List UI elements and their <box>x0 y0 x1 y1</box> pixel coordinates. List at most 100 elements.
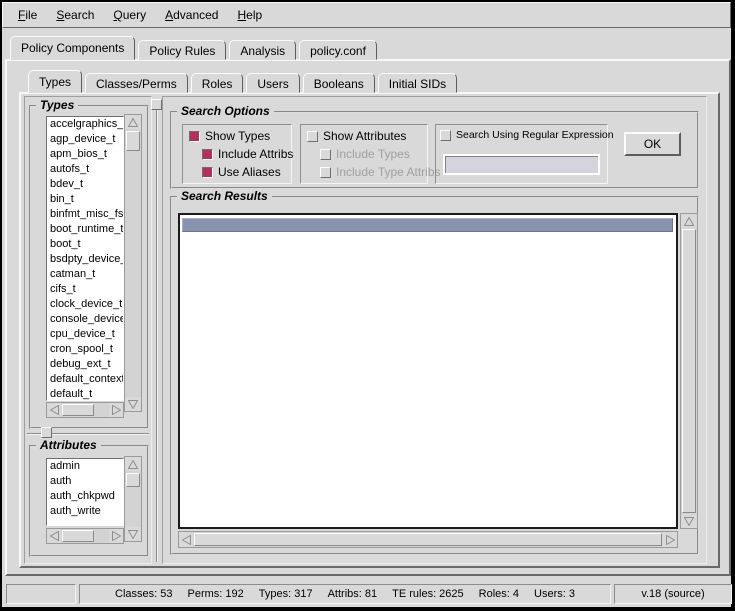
menu-item[interactable]: Help <box>230 6 269 24</box>
results-hscrollbar[interactable] <box>178 531 678 548</box>
horizontal-sash-handle[interactable] <box>41 427 52 438</box>
checkbox-icon[interactable] <box>320 149 331 160</box>
types-frame: Types accelgraphics_eagp_device_tapm_bio… <box>29 105 149 429</box>
scroll-down-icon[interactable] <box>125 397 141 411</box>
attributes-listbox[interactable]: adminauthauth_chkpwdauth_write <box>46 458 124 526</box>
include-attribs-checkbox[interactable]: Include Attribs <box>202 147 293 161</box>
type-item[interactable]: boot_runtime_t <box>47 222 123 237</box>
search-results-title: Search Results <box>177 189 272 203</box>
tab-roles[interactable]: Roles <box>191 73 244 93</box>
tab-initial-sids[interactable]: Initial SIDs <box>378 73 457 93</box>
type-item[interactable]: clock_device_t <box>47 297 123 312</box>
include-type-attribs-checkbox[interactable]: Include Type Attribs <box>320 165 441 179</box>
stat-item: Attribs: 81 <box>328 588 378 600</box>
checkbox-icon[interactable] <box>320 167 331 178</box>
components-tab-bar: Types Classes/Perms Roles Users Booleans… <box>28 70 460 93</box>
vertical-sash-handle[interactable] <box>151 99 162 110</box>
tab-policy-conf[interactable]: policy.conf <box>299 40 377 60</box>
types-vscrollbar[interactable] <box>124 114 142 412</box>
show-attributes-checkbox[interactable]: Show Attributes <box>307 129 406 143</box>
checkbox-icon[interactable] <box>202 167 213 178</box>
type-item[interactable]: cpu_device_t <box>47 327 123 342</box>
stat-item: TE rules: 2625 <box>392 588 464 600</box>
menu-bar: File Search Query Advanced Help <box>2 2 731 28</box>
scrollbar-thumb[interactable] <box>194 533 662 546</box>
regex-input[interactable] <box>443 154 600 175</box>
tab-analysis[interactable]: Analysis <box>229 40 296 60</box>
attributes-hscrollbar[interactable] <box>46 528 124 544</box>
scroll-right-icon[interactable] <box>663 532 677 547</box>
checkbox-icon[interactable] <box>440 130 451 141</box>
type-item[interactable]: default_t <box>47 387 123 401</box>
type-item[interactable]: agp_device_t <box>47 132 123 147</box>
attributes-frame: Attributes adminauthauth_chkpwdauth_writ… <box>29 445 149 557</box>
tab-users[interactable]: Users <box>246 73 299 93</box>
type-item[interactable]: apm_bios_t <box>47 147 123 162</box>
scroll-up-icon[interactable] <box>125 115 141 129</box>
scroll-right-icon[interactable] <box>109 529 123 543</box>
scrollbar-thumb[interactable] <box>682 229 696 513</box>
checkbox-icon[interactable] <box>202 149 213 160</box>
use-aliases-checkbox[interactable]: Use Aliases <box>202 165 281 179</box>
show-types-checkbox[interactable]: Show Types <box>189 129 270 143</box>
tab-types[interactable]: Types <box>28 70 82 93</box>
type-item[interactable]: bsdpty_device_ <box>47 252 123 267</box>
scroll-up-icon[interactable] <box>681 214 697 228</box>
main-tab-bar: Policy Components Policy Rules Analysis … <box>10 36 380 60</box>
menu-item[interactable]: Advanced <box>158 6 225 24</box>
tab-booleans[interactable]: Booleans <box>303 73 375 93</box>
checkbox-icon[interactable] <box>189 131 200 142</box>
regex-checkbox[interactable]: Search Using Regular Expression <box>440 129 614 141</box>
attributes-vscrollbar[interactable] <box>124 456 142 542</box>
scrollbar-thumb[interactable] <box>126 473 140 487</box>
types-hscrollbar[interactable] <box>46 402 124 418</box>
type-item[interactable]: bdev_t <box>47 177 123 192</box>
checkbox-icon[interactable] <box>307 131 318 142</box>
scrollbar-thumb[interactable] <box>62 404 94 416</box>
apol-window: { "colors": { "background": "#d9d9d9", "… <box>0 0 735 611</box>
attribute-item[interactable]: admin <box>47 459 123 474</box>
policy-version: v.18 (source) <box>641 588 704 600</box>
type-item[interactable]: bin_t <box>47 192 123 207</box>
type-item[interactable]: boot_t <box>47 237 123 252</box>
menu-item[interactable]: Search <box>49 6 101 24</box>
scroll-up-icon[interactable] <box>125 457 141 471</box>
results-selection-bar <box>182 218 673 232</box>
policy-stats: Classes: 53Perms: 192Types: 317Attribs: … <box>115 588 575 600</box>
menu-item[interactable]: File <box>11 6 44 24</box>
tab-policy-rules[interactable]: Policy Rules <box>138 40 226 60</box>
scroll-left-icon[interactable] <box>47 403 61 417</box>
include-types-checkbox[interactable]: Include Types <box>320 147 410 161</box>
status-section-empty <box>6 584 76 604</box>
right-pane: Search Options Show Types Include Attrib… <box>162 96 707 564</box>
scrollbar-thumb[interactable] <box>62 530 94 542</box>
scroll-right-icon[interactable] <box>109 403 123 417</box>
type-item[interactable]: accelgraphics_e <box>47 117 123 132</box>
search-results-area[interactable] <box>178 213 678 529</box>
ok-button[interactable]: OK <box>624 132 681 156</box>
scroll-down-icon[interactable] <box>681 514 697 528</box>
scroll-left-icon[interactable] <box>47 529 61 543</box>
type-item[interactable]: cron_spool_t <box>47 342 123 357</box>
vertical-sash[interactable] <box>156 99 158 562</box>
type-item[interactable]: catman_t <box>47 267 123 282</box>
scrollbar-thumb[interactable] <box>126 131 140 151</box>
tab-policy-components[interactable]: Policy Components <box>10 36 135 60</box>
results-vscrollbar[interactable] <box>680 213 698 529</box>
type-item[interactable]: cifs_t <box>47 282 123 297</box>
attribute-item[interactable]: auth_write <box>47 504 123 519</box>
menu-item[interactable]: Query <box>106 6 153 24</box>
type-item[interactable]: console_device <box>47 312 123 327</box>
scroll-left-icon[interactable] <box>179 532 193 547</box>
type-item[interactable]: default_context <box>47 372 123 387</box>
type-item[interactable]: debug_ext_t <box>47 357 123 372</box>
attribute-item[interactable]: auth_chkpwd <box>47 489 123 504</box>
type-item[interactable]: autofs_t <box>47 162 123 177</box>
scroll-down-icon[interactable] <box>125 527 141 541</box>
attribute-item[interactable]: auth <box>47 474 123 489</box>
type-item[interactable]: binfmt_misc_fs <box>47 207 123 222</box>
search-options-title: Search Options <box>177 104 274 118</box>
tab-classes-perms[interactable]: Classes/Perms <box>85 73 188 93</box>
show-types-group: Show Types Include Attribs Use Aliases <box>182 124 292 184</box>
types-listbox[interactable]: accelgraphics_eagp_device_tapm_bios_taut… <box>46 116 124 401</box>
